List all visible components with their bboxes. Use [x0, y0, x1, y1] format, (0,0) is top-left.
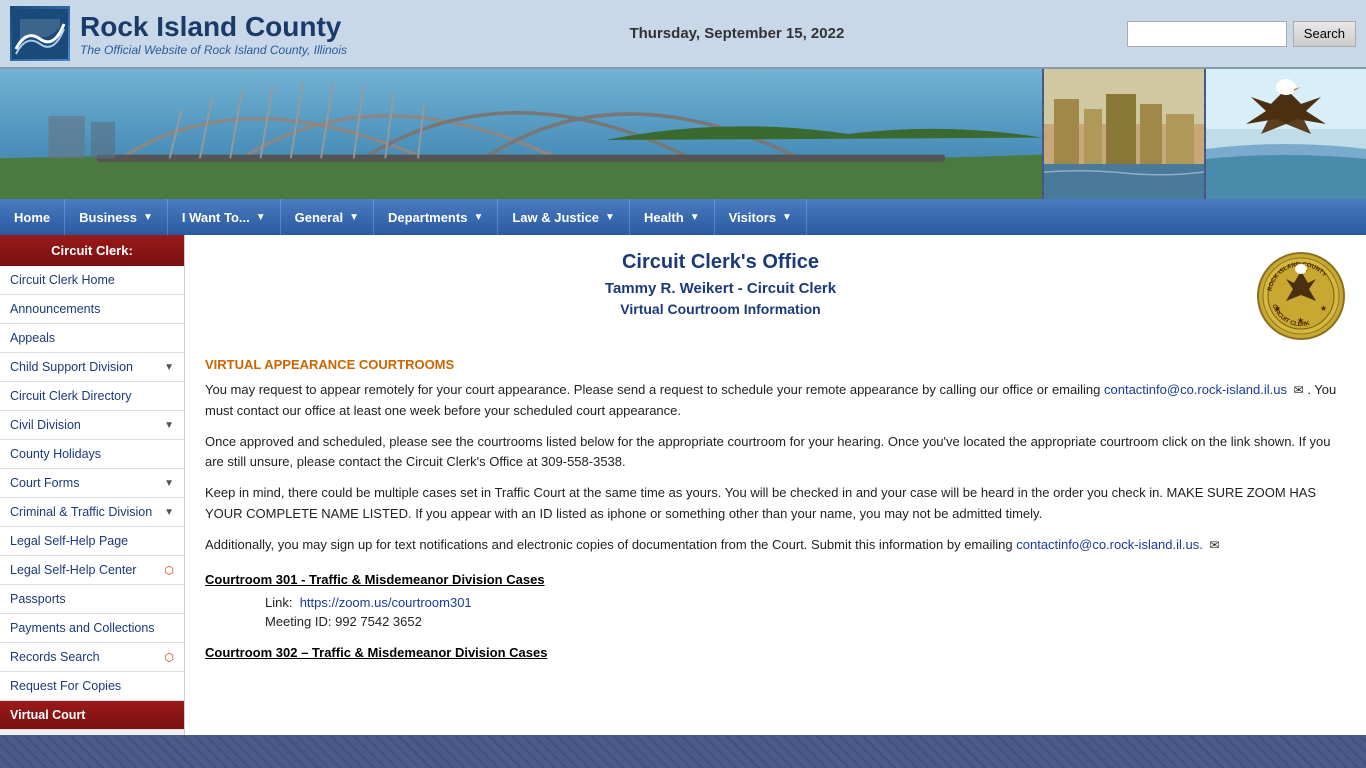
site-subtitle: The Official Website of Rock Island Coun…	[80, 43, 347, 57]
para3: Keep in mind, there could be multiple ca…	[205, 483, 1346, 525]
civil-division-expand-icon: ▼	[164, 420, 174, 431]
child-support-expand-icon: ▼	[164, 362, 174, 373]
nav-health-arrow: ▼	[690, 212, 700, 223]
para1: You may request to appear remotely for y…	[205, 380, 1346, 422]
sidebar-item-civil-division[interactable]: Civil Division ▼	[0, 411, 184, 440]
email-icon-1: ✉	[1294, 383, 1304, 397]
nav-departments-arrow: ▼	[473, 212, 483, 223]
main-content: Circuit Clerk: Circuit Clerk Home Announ…	[0, 235, 1366, 735]
nav-home[interactable]: Home	[0, 199, 65, 235]
courtroom1-link: Link: https://zoom.us/courtroom301	[265, 595, 1346, 610]
nav-general-arrow: ▼	[349, 212, 359, 223]
banner	[0, 69, 1366, 199]
nav-departments[interactable]: Departments ▼	[374, 199, 498, 235]
nav-lawjustice[interactable]: Law & Justice ▼	[498, 199, 630, 235]
nav-business-arrow: ▼	[143, 212, 153, 223]
external-link-icon: ⬡	[164, 564, 174, 577]
sidebar-item-virtual-court[interactable]: Virtual Court	[0, 701, 184, 730]
courtroom1-header: Courtroom 301 - Traffic & Misdemeanor Di…	[205, 572, 1346, 587]
content-header: Circuit Clerk's Office Tammy R. Weikert …	[205, 251, 1346, 341]
page-content: Circuit Clerk's Office Tammy R. Weikert …	[185, 235, 1366, 735]
sidebar-item-legal-self-help-page[interactable]: Legal Self-Help Page	[0, 527, 184, 556]
sidebar-item-announcements[interactable]: Announcements	[0, 295, 184, 324]
search-button[interactable]: Search	[1293, 21, 1356, 47]
site-title: Rock Island County	[80, 11, 347, 43]
nav-visitors-arrow: ▼	[782, 212, 792, 223]
content-page-title: Virtual Courtroom Information	[205, 301, 1236, 317]
banner-right1-image	[1044, 69, 1204, 199]
sidebar-item-records-search[interactable]: Records Search ⬡	[0, 643, 184, 672]
banner-main-image	[0, 69, 1042, 199]
content-main-title: Circuit Clerk's Office	[205, 251, 1236, 274]
nav-business[interactable]: Business ▼	[65, 199, 168, 235]
svg-text:★: ★	[1297, 316, 1304, 325]
sidebar-item-passports[interactable]: Passports	[0, 585, 184, 614]
sidebar-title: Circuit Clerk:	[0, 235, 184, 266]
search-input[interactable]	[1127, 21, 1287, 47]
logo-text: Rock Island County The Official Website …	[80, 11, 347, 57]
email-icon-2: ✉	[1209, 538, 1219, 552]
sidebar-item-payments[interactable]: Payments and Collections	[0, 614, 184, 643]
sidebar-item-county-holidays[interactable]: County Holidays	[0, 440, 184, 469]
nav-iwantto[interactable]: I Want To... ▼	[168, 199, 281, 235]
logo-area: Rock Island County The Official Website …	[10, 6, 347, 61]
page-header: Rock Island County The Official Website …	[0, 0, 1366, 69]
para4: Additionally, you may sign up for text n…	[205, 535, 1346, 556]
email-link-2[interactable]: contactinfo@co.rock-island.il.us.	[1016, 537, 1203, 552]
svg-text:★: ★	[1320, 304, 1327, 313]
sidebar-item-court-forms[interactable]: Court Forms ▼	[0, 469, 184, 498]
sidebar-item-request-copies[interactable]: Request For Copies	[0, 672, 184, 701]
nav-iwantto-arrow: ▼	[256, 212, 266, 223]
sidebar-item-appeals[interactable]: Appeals	[0, 324, 184, 353]
sidebar-item-child-support[interactable]: Child Support Division ▼	[0, 353, 184, 382]
date-display: Thursday, September 15, 2022	[629, 25, 844, 42]
sidebar-item-criminal-traffic[interactable]: Criminal & Traffic Division ▼	[0, 498, 184, 527]
section-heading-virtual: VIRTUAL APPEARANCE COURTROOMS	[205, 357, 1346, 372]
court-forms-expand-icon: ▼	[164, 478, 174, 489]
svg-text:★: ★	[1274, 304, 1281, 313]
courtroom1-zoom-link[interactable]: https://zoom.us/courtroom301	[300, 595, 472, 610]
nav-general[interactable]: General ▼	[281, 199, 374, 235]
content-title-area: Circuit Clerk's Office Tammy R. Weikert …	[205, 251, 1236, 317]
search-area: Search	[1127, 21, 1356, 47]
email-link-1[interactable]: contactinfo@co.rock-island.il.us	[1104, 382, 1287, 397]
nav-visitors[interactable]: Visitors ▼	[715, 199, 807, 235]
content-clerk-name: Tammy R. Weikert - Circuit Clerk	[205, 280, 1236, 297]
para2: Once approved and scheduled, please see …	[205, 432, 1346, 474]
banner-right2-image	[1206, 69, 1366, 199]
county-seal: ROCK ISLAND COUNTY CIRCUIT CLERK ★ ★ ★	[1256, 251, 1346, 341]
nav-health[interactable]: Health ▼	[630, 199, 715, 235]
sidebar-item-circuit-clerk-home[interactable]: Circuit Clerk Home	[0, 266, 184, 295]
navbar: Home Business ▼ I Want To... ▼ General ▼…	[0, 199, 1366, 235]
courtroom2-header: Courtroom 302 – Traffic & Misdemeanor Di…	[205, 645, 1346, 660]
records-search-external-icon: ⬡	[164, 651, 174, 664]
criminal-traffic-expand-icon: ▼	[164, 507, 174, 518]
sidebar: Circuit Clerk: Circuit Clerk Home Announ…	[0, 235, 185, 735]
courtroom1-meeting-id: Meeting ID: 992 7542 3652	[265, 614, 1346, 629]
sidebar-item-legal-self-help-center[interactable]: Legal Self-Help Center ⬡	[0, 556, 184, 585]
nav-lawjustice-arrow: ▼	[605, 212, 615, 223]
sidebar-item-circuit-clerk-dir[interactable]: Circuit Clerk Directory	[0, 382, 184, 411]
logo-icon	[10, 6, 70, 61]
